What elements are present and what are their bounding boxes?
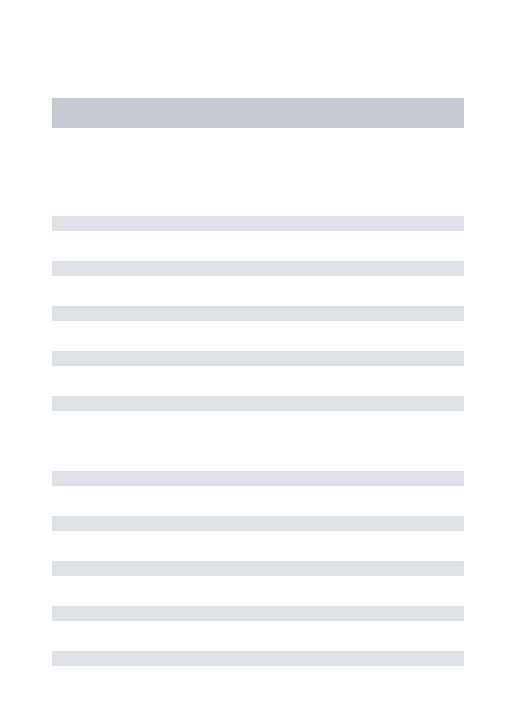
skeleton-line [52, 606, 464, 621]
skeleton-line [52, 561, 464, 576]
skeleton-content [52, 98, 464, 696]
skeleton-line [52, 516, 464, 531]
section-divider [52, 441, 464, 471]
skeleton-line [52, 351, 464, 366]
skeleton-line [52, 261, 464, 276]
skeleton-line [52, 396, 464, 411]
skeleton-header [52, 98, 464, 128]
skeleton-line [52, 651, 464, 666]
skeleton-line [52, 216, 464, 231]
skeleton-line [52, 306, 464, 321]
skeleton-line [52, 471, 464, 486]
